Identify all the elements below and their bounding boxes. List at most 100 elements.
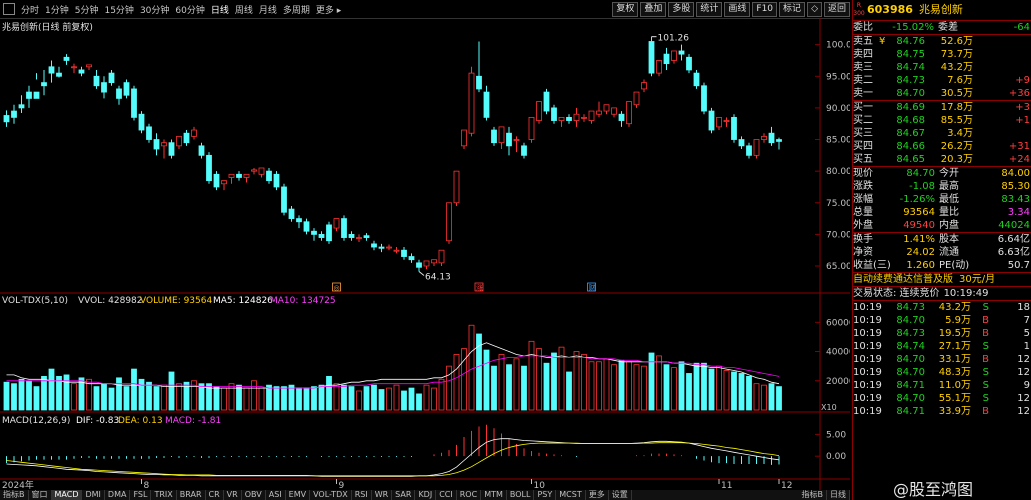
event-marker[interactable]: 财	[589, 283, 596, 292]
candle-body	[101, 82, 107, 93]
volume-bar	[731, 371, 737, 411]
candle-body	[48, 66, 55, 74]
market-badge: R 300	[853, 2, 865, 20]
volume-bar	[303, 387, 310, 411]
indicator-tab[interactable]: ROC	[457, 490, 482, 500]
toolbar-button[interactable]: 统计	[696, 1, 723, 17]
candle-body	[701, 85, 707, 112]
indicator-tab[interactable]: 更多	[586, 490, 609, 500]
candle-body	[333, 218, 340, 229]
stat-value: 84.70	[906, 168, 935, 179]
book-price: 84.73	[896, 75, 925, 86]
period-tab[interactable]: 月线	[256, 3, 280, 16]
period-tab[interactable]: 周线	[232, 3, 256, 16]
volume-bar	[768, 383, 775, 411]
indicator-tab[interactable]: VR	[224, 490, 242, 500]
candle-body	[213, 173, 220, 188]
indicator-tab[interactable]: MCST	[556, 490, 586, 500]
volume-bar	[273, 386, 280, 411]
indicator-tab[interactable]: 设置	[609, 490, 632, 500]
vol-header: VOL-TDX(5,10) VVOL: 428982 VOLUME: 93564…	[2, 296, 336, 306]
volume-bar	[438, 378, 445, 411]
tick-count: 18	[1017, 302, 1030, 313]
volume-bar	[723, 370, 730, 411]
period-tab[interactable]: 60分钟	[172, 3, 207, 16]
tick-volume: 27.1万	[938, 341, 971, 352]
book-volume: 85.5万	[940, 115, 973, 126]
period-tab[interactable]: 15分钟	[101, 3, 136, 16]
toolbar-button[interactable]: 叠加	[640, 1, 667, 17]
kline-chart[interactable]: 兆易创新(日线 前复权) 100.095.0090.0085.0080.0075…	[0, 18, 850, 490]
period-tab[interactable]: 30分钟	[137, 3, 172, 16]
indicator-tab[interactable]: CR	[206, 490, 224, 500]
event-marker[interactable]: 涨	[476, 283, 483, 292]
menu-icon[interactable]	[3, 3, 15, 15]
candle-body	[423, 260, 430, 267]
indicator-b-button[interactable]: 指标B	[799, 490, 827, 500]
toolbar-button[interactable]: 复权	[612, 1, 639, 17]
period-tab[interactable]: 分时	[18, 3, 42, 16]
period-label[interactable]: 日线	[827, 490, 850, 500]
event-marker[interactable]: ◎	[334, 284, 340, 292]
tick-side: B	[982, 406, 989, 417]
period-tab[interactable]: 多周期	[280, 3, 313, 16]
tick-side: S	[982, 341, 989, 352]
candle-body	[303, 221, 310, 232]
indicator-tab[interactable]: DMA	[105, 490, 131, 500]
volume-bar	[138, 378, 145, 411]
volume-bar	[506, 364, 512, 411]
book-volume: 17.8万	[940, 102, 973, 113]
indicator-tab[interactable]: OBV	[242, 490, 266, 500]
toolbar-button[interactable]: 画线	[724, 1, 751, 17]
indicator-tab[interactable]: CCI	[436, 490, 457, 500]
book-level: 买三	[853, 128, 873, 139]
indicator-tab[interactable]: 窗口	[29, 490, 52, 500]
book-level: 卖五	[853, 36, 873, 47]
trade-status: 交易状态: 连续竞价	[853, 288, 940, 299]
indicator-tab[interactable]: SAR	[392, 490, 416, 500]
book-price: 84.76	[896, 36, 925, 47]
period-tab[interactable]: 1分钟	[42, 3, 72, 16]
toolbar-button[interactable]: 多股	[668, 1, 695, 17]
indicator-tab[interactable]: PSY	[534, 490, 557, 500]
indicator-tab[interactable]: KDJ	[415, 490, 437, 500]
high-annotation: 101.26	[658, 34, 690, 44]
indicator-tab[interactable]: EMV	[286, 490, 311, 500]
candle-body	[521, 145, 527, 156]
indicator-tab[interactable]: MTM	[481, 490, 507, 500]
volume-bar	[491, 365, 497, 411]
indicator-tab[interactable]: DMI	[82, 490, 105, 500]
indicator-tab[interactable]: WR	[372, 490, 393, 500]
candle-body	[588, 110, 595, 121]
indicator-tab[interactable]: ASI	[266, 490, 286, 500]
indicator-tab[interactable]: RSI	[352, 490, 372, 500]
indicator-tab[interactable]: VOL-TDX	[310, 490, 352, 500]
vol-unit: X10	[821, 403, 837, 412]
dea-value: DEA: 0.13	[118, 416, 163, 426]
bid-row: 买三 84.67 3.4万	[853, 127, 1031, 140]
time-tick-label: 10	[534, 481, 546, 490]
volume-value: VOLUME: 93564	[140, 296, 212, 306]
indicator-tab[interactable]: BOLL	[507, 490, 535, 500]
toolbar-button[interactable]: 标记	[779, 1, 806, 17]
volume-bar	[213, 386, 220, 411]
ma5-value: MA5: 124826	[213, 296, 273, 306]
book-price: 84.65	[896, 154, 925, 165]
promo-text[interactable]: 自动续费通达信普及版	[853, 273, 953, 286]
indicator-tab[interactable]: MACD	[51, 490, 83, 500]
period-tab[interactable]: 更多 ▸	[313, 3, 344, 16]
period-tab[interactable]: 日线	[208, 3, 232, 16]
toolbar-button[interactable]: ◇	[807, 1, 822, 17]
indicator-tab[interactable]: FSL	[130, 490, 152, 500]
indicator-tab[interactable]: TRIX	[151, 490, 177, 500]
period-toolbar: 分时 1分钟 5分钟 15分钟 30分钟 60分钟 日线 周线 月线 多周期 更多 ▸ 复权 叠加 多股…	[0, 0, 850, 19]
webi-row: 委比 -15.02% 委差 -64	[853, 20, 1031, 34]
toolbar-buttons: 复权 叠加 多股 统计 画线 F10 标记 ◇ 返回	[610, 1, 850, 17]
indicator-a-button[interactable]: 指标B	[0, 490, 29, 500]
period-tab[interactable]: 5分钟	[72, 3, 102, 16]
toolbar-button[interactable]: F10	[752, 1, 778, 17]
promo-row[interactable]: 自动续费通达信普及版 30元/月	[853, 272, 1031, 286]
indicator-tab[interactable]: BRAR	[177, 490, 206, 500]
toolbar-button[interactable]: 返回	[823, 1, 850, 17]
volume-bar	[176, 383, 182, 411]
